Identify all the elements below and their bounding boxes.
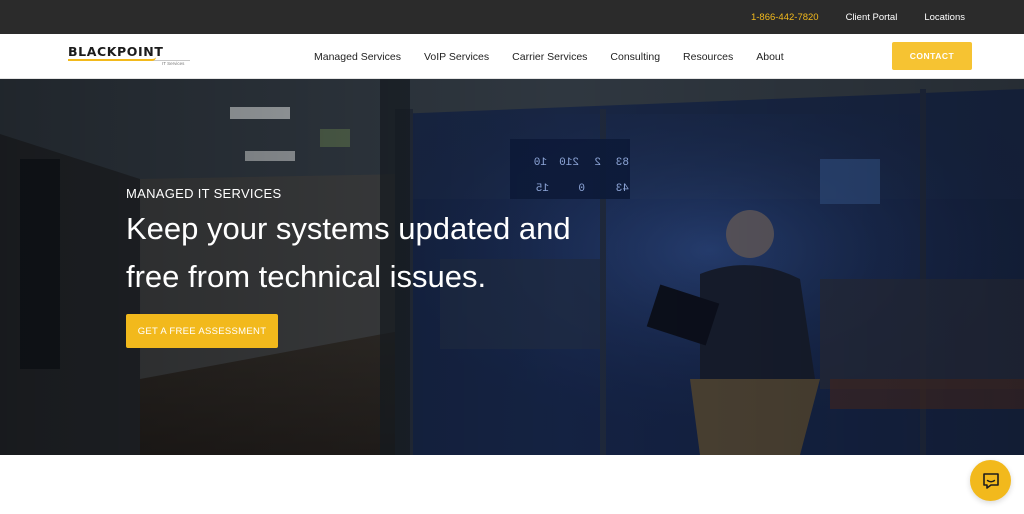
scoreboard-cell: 2	[594, 157, 601, 169]
top-bar-links: 1-866-442-7820 Client Portal Locations	[751, 0, 965, 34]
client-portal-link[interactable]: Client Portal	[846, 12, 898, 23]
locations-link[interactable]: Locations	[924, 12, 965, 23]
logo[interactable]: BLACKPOINT IT Services	[68, 43, 193, 69]
scoreboard-cell: 0	[578, 183, 585, 195]
logo-subtitle: IT Services	[162, 61, 185, 66]
primary-menu: Managed Services VoIP Services Carrier S…	[314, 34, 784, 79]
scoreboard-cell: 10	[534, 157, 547, 169]
hero-eyebrow: MANAGED IT SERVICES	[126, 186, 282, 201]
nav-carrier-services[interactable]: Carrier Services	[512, 51, 587, 63]
nav-managed-services[interactable]: Managed Services	[314, 51, 401, 63]
scoreboard-cell: 210	[559, 157, 579, 169]
hero-banner: 83 2 210 10 43 0 15 MANAGED IT SERVICES …	[0, 79, 1024, 455]
contact-button[interactable]: CONTACT	[892, 42, 972, 70]
logo-swoosh	[68, 57, 156, 61]
top-bar: 1-866-442-7820 Client Portal Locations	[0, 0, 1024, 34]
chat-launcher[interactable]	[970, 460, 1011, 501]
phone-link[interactable]: 1-866-442-7820	[751, 12, 819, 23]
main-navbar: BLACKPOINT IT Services Managed Services …	[0, 34, 1024, 79]
nav-consulting[interactable]: Consulting	[610, 51, 660, 63]
free-assessment-button[interactable]: GET A FREE ASSESSMENT	[126, 314, 278, 348]
scoreboard-cell: 15	[536, 183, 549, 195]
nav-resources[interactable]: Resources	[683, 51, 733, 63]
chat-bubble-icon	[982, 472, 999, 489]
nav-voip-services[interactable]: VoIP Services	[424, 51, 489, 63]
scoreboard-cell: 83	[616, 157, 629, 169]
hero-headline: Keep your systems updated and free from …	[126, 211, 571, 294]
nav-about[interactable]: About	[756, 51, 783, 63]
scoreboard-cell: 43	[616, 183, 629, 195]
